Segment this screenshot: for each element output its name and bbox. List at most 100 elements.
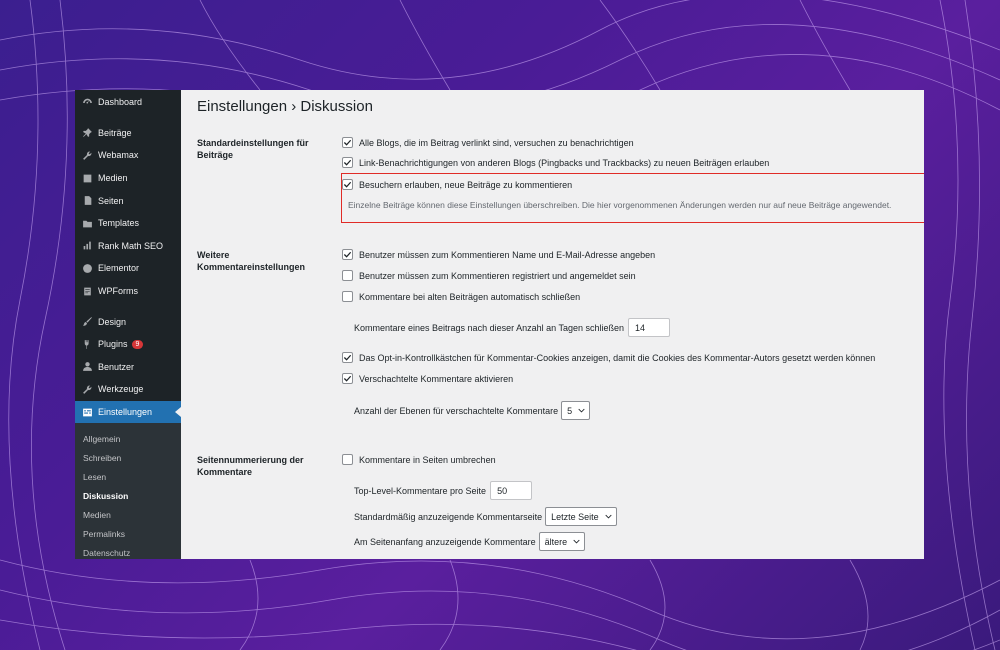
- option-cookies-opt-in[interactable]: Das Opt-in-Kontrollkästchen für Kommenta…: [342, 352, 875, 363]
- option-allow-comments[interactable]: Besuchern erlauben, neue Beiträge zu kom…: [342, 179, 572, 190]
- sidebar-item-rank-math-seo[interactable]: Rank Math SEO: [75, 235, 181, 258]
- checkbox[interactable]: [342, 352, 353, 363]
- option-label: Benutzer müssen zum Kommentieren Name un…: [359, 249, 656, 260]
- close-days-input[interactable]: 14: [628, 318, 670, 337]
- option-notify-linked-blogs[interactable]: Alle Blogs, die im Beitrag verlinkt sind…: [342, 137, 634, 148]
- plug-icon: [82, 339, 93, 350]
- sidebar-item-label: Einstellungen: [98, 407, 153, 418]
- option-paginate-comments[interactable]: Kommentare in Seiten umbrechen: [342, 454, 496, 465]
- sidebar-item-label: Webamax: [98, 150, 139, 161]
- option-require-registration[interactable]: Benutzer müssen zum Kommentieren registr…: [342, 270, 636, 281]
- submenu-item-datenschutz[interactable]: Datenschutz: [75, 543, 181, 559]
- folder-icon: [82, 218, 93, 229]
- admin-sidebar: Dashboard Beiträge Webamax Medien Seiten…: [75, 90, 181, 559]
- section-label-standard: Standardeinstellungen für Beiträge: [197, 138, 309, 160]
- submenu-item-allgemein[interactable]: Allgemein: [75, 429, 181, 448]
- sidebar-item-medien[interactable]: Medien: [75, 167, 181, 190]
- settings-icon: [82, 407, 93, 418]
- pin-icon: [82, 127, 93, 138]
- default-page-value: Letzte Seite: [551, 511, 599, 522]
- pages-icon: [82, 195, 93, 206]
- sidebar-item-label: Templates: [98, 218, 140, 229]
- tools-icon: [82, 384, 93, 395]
- order-select[interactable]: ältere: [538, 532, 586, 551]
- per-page-row: Top-Level-Kommentare pro Seite 50: [354, 481, 533, 500]
- sidebar-item-plugins[interactable]: Plugins 9: [75, 333, 181, 356]
- option-label: Kommentare bei alten Beiträgen automatis…: [359, 291, 581, 302]
- media-icon: [82, 173, 93, 184]
- close-days-label: Kommentare eines Beitrags nach dieser An…: [354, 322, 624, 333]
- sidebar-item-label: Medien: [98, 173, 128, 184]
- sidebar-item-label: WPForms: [98, 286, 138, 297]
- sidebar-item-templates[interactable]: Templates: [75, 212, 181, 235]
- checkbox[interactable]: [342, 454, 353, 465]
- settings-note: Einzelne Beiträge können diese Einstellu…: [348, 200, 892, 210]
- per-page-input[interactable]: 50: [490, 481, 533, 500]
- option-auto-close-comments[interactable]: Kommentare bei alten Beiträgen automatis…: [342, 291, 580, 302]
- order-row: Am Seitenanfang anzuzeigende Kommentare …: [354, 532, 586, 551]
- checkbox[interactable]: [342, 291, 353, 302]
- sidebar-item-label: Dashboard: [98, 97, 143, 108]
- nesting-row: Anzahl der Ebenen für verschachtelte Kom…: [354, 401, 591, 420]
- sidebar-item-dashboard[interactable]: Dashboard: [75, 91, 181, 114]
- sidebar-item-elementor[interactable]: Elementor: [75, 257, 181, 280]
- chevron-down-icon: [605, 514, 612, 519]
- checkbox[interactable]: [342, 249, 353, 260]
- checkbox[interactable]: [342, 373, 353, 384]
- submenu-item-lesen[interactable]: Lesen: [75, 467, 181, 486]
- option-label: Verschachtelte Kommentare aktivieren: [359, 373, 514, 384]
- sidebar-item-werkzeuge[interactable]: Werkzeuge: [75, 378, 181, 401]
- submenu-item-schreiben[interactable]: Schreiben: [75, 448, 181, 467]
- option-label: Das Opt-in-Kontrollkästchen für Kommenta…: [359, 352, 876, 363]
- option-allow-pingbacks[interactable]: Link-Benachrichtigungen von anderen Blog…: [342, 157, 769, 168]
- chevron-down-icon: [573, 539, 580, 544]
- settings-content: Einstellungen › Diskussion Standardeinst…: [181, 90, 924, 559]
- checkbox[interactable]: [342, 270, 353, 281]
- brush-icon: [82, 316, 93, 327]
- plugin-update-badge: 9: [131, 339, 144, 349]
- option-require-name-email[interactable]: Benutzer müssen zum Kommentieren Name un…: [342, 249, 655, 260]
- sidebar-item-design[interactable]: Design: [75, 310, 181, 333]
- submenu-item-permalinks[interactable]: Permalinks: [75, 524, 181, 543]
- user-icon: [82, 361, 93, 372]
- checkbox[interactable]: [342, 157, 353, 168]
- sidebar-item-label: Elementor: [98, 263, 140, 274]
- checkbox[interactable]: [342, 137, 353, 148]
- wordpress-admin-window: Dashboard Beiträge Webamax Medien Seiten…: [75, 90, 924, 559]
- section-label-weitere: Weitere Kommentareinstellungen: [197, 250, 306, 272]
- sidebar-item-label: Rank Math SEO: [98, 240, 164, 251]
- option-threaded-comments[interactable]: Verschachtelte Kommentare aktivieren: [342, 373, 513, 384]
- sidebar-item-wpforms[interactable]: WPForms: [75, 280, 181, 303]
- per-page-label: Top-Level-Kommentare pro Seite: [354, 485, 487, 496]
- sidebar-item-einstellungen[interactable]: Einstellungen: [75, 400, 181, 424]
- sidebar-item-label: Seiten: [98, 195, 124, 206]
- checkbox[interactable]: [342, 179, 353, 190]
- default-page-row: Standardmäßig anzuzeigende Kommentarseit…: [354, 507, 617, 526]
- submenu-item-medien[interactable]: Medien: [75, 505, 181, 524]
- wrench-icon: [82, 150, 93, 161]
- nesting-select[interactable]: 5: [561, 401, 591, 420]
- order-label: Am Seitenanfang anzuzeigende Kommentare: [354, 536, 536, 547]
- option-label: Besuchern erlauben, neue Beiträge zu kom…: [359, 179, 573, 190]
- forms-icon: [82, 286, 93, 297]
- sidebar-item-webamax[interactable]: Webamax: [75, 144, 181, 167]
- sidebar-item-beitraege[interactable]: Beiträge: [75, 122, 181, 145]
- sidebar-item-seiten[interactable]: Seiten: [75, 189, 181, 212]
- sidebar-item-label: Plugins: [98, 339, 128, 350]
- section-label-paging: Seitennummerierung der Kommentare: [197, 455, 304, 477]
- sidebar-item-label: Benutzer: [98, 361, 135, 372]
- sidebar-item-label: Beiträge: [98, 127, 132, 138]
- default-page-select[interactable]: Letzte Seite: [545, 507, 617, 526]
- sidebar-item-label: Werkzeuge: [98, 384, 144, 395]
- settings-submenu: Allgemein Schreiben Lesen Diskussion Med…: [75, 423, 181, 559]
- option-label: Link-Benachrichtigungen von anderen Blog…: [359, 157, 770, 168]
- elementor-icon: [82, 263, 93, 274]
- default-page-label: Standardmäßig anzuzeigende Kommentarseit…: [354, 511, 543, 522]
- dashboard-icon: [82, 97, 93, 108]
- option-label: Kommentare in Seiten umbrechen: [359, 454, 496, 465]
- submenu-item-diskussion[interactable]: Diskussion: [75, 486, 181, 505]
- chart-icon: [82, 240, 93, 251]
- sidebar-item-benutzer[interactable]: Benutzer: [75, 356, 181, 379]
- sidebar-item-label: Design: [98, 316, 127, 327]
- chevron-down-icon: [578, 408, 585, 413]
